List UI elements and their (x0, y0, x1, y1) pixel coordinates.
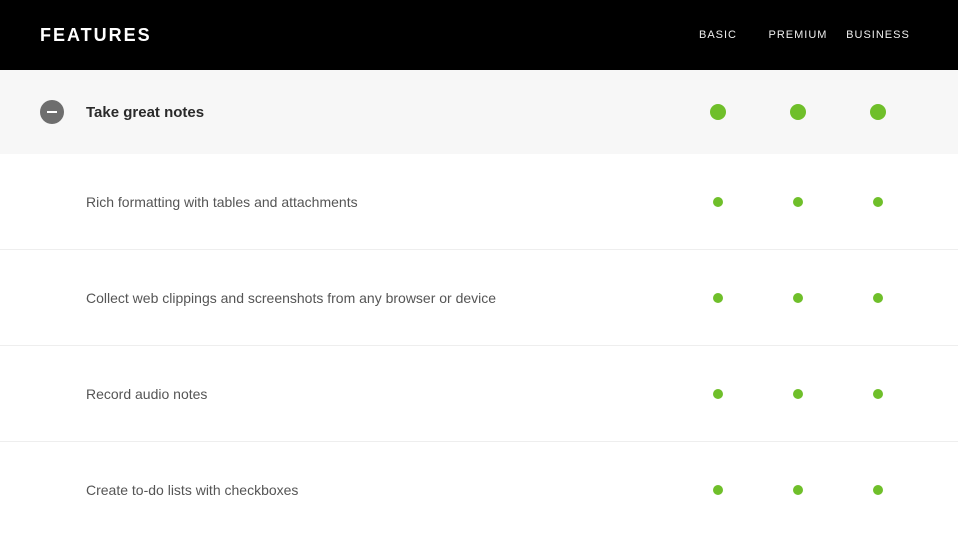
dot-basic (678, 104, 758, 120)
check-dot-icon (713, 389, 723, 399)
check-dot-icon (713, 485, 723, 495)
dot-basic (678, 485, 758, 495)
dot-business (838, 104, 918, 120)
feature-row: Rich formatting with tables and attachme… (0, 154, 958, 250)
check-dot-icon (713, 197, 723, 207)
check-dot-icon (870, 104, 886, 120)
dot-premium (758, 485, 838, 495)
feature-availability (678, 293, 918, 303)
dot-business (838, 197, 918, 207)
dot-premium (758, 104, 838, 120)
feature-label: Rich formatting with tables and attachme… (86, 194, 678, 210)
feature-availability (678, 389, 918, 399)
feature-availability (678, 197, 918, 207)
plan-header-premium: PREMIUM (758, 29, 838, 41)
check-dot-icon (873, 293, 883, 303)
dot-premium (758, 389, 838, 399)
check-dot-icon (873, 197, 883, 207)
category-row[interactable]: Take great notes (0, 70, 958, 154)
check-dot-icon (793, 197, 803, 207)
feature-comparison-table: FEATURES BASIC PREMIUM BUSINESS Take gre… (0, 0, 958, 538)
check-dot-icon (793, 293, 803, 303)
features-heading: FEATURES (40, 25, 678, 46)
dot-business (838, 485, 918, 495)
feature-availability (678, 485, 918, 495)
feature-label: Create to-do lists with checkboxes (86, 482, 678, 498)
check-dot-icon (793, 389, 803, 399)
dot-basic (678, 389, 758, 399)
feature-row: Create to-do lists with checkboxes (0, 442, 958, 538)
dot-basic (678, 197, 758, 207)
plan-header-basic: BASIC (678, 29, 758, 41)
rows-container: Take great notes Rich formatting with ta… (0, 70, 958, 538)
check-dot-icon (790, 104, 806, 120)
feature-row: Collect web clippings and screenshots fr… (0, 250, 958, 346)
check-dot-icon (710, 104, 726, 120)
feature-label: Collect web clippings and screenshots fr… (86, 290, 678, 306)
check-dot-icon (873, 389, 883, 399)
collapse-icon[interactable] (40, 100, 64, 124)
dot-business (838, 293, 918, 303)
plan-headers: BASIC PREMIUM BUSINESS (678, 29, 918, 41)
category-availability (678, 104, 918, 120)
plan-header-business: BUSINESS (838, 29, 918, 41)
check-dot-icon (793, 485, 803, 495)
feature-label: Record audio notes (86, 386, 678, 402)
table-header: FEATURES BASIC PREMIUM BUSINESS (0, 0, 958, 70)
category-label: Take great notes (86, 104, 678, 121)
check-dot-icon (873, 485, 883, 495)
dot-basic (678, 293, 758, 303)
dot-premium (758, 197, 838, 207)
feature-row: Record audio notes (0, 346, 958, 442)
check-dot-icon (713, 293, 723, 303)
dot-premium (758, 293, 838, 303)
dot-business (838, 389, 918, 399)
